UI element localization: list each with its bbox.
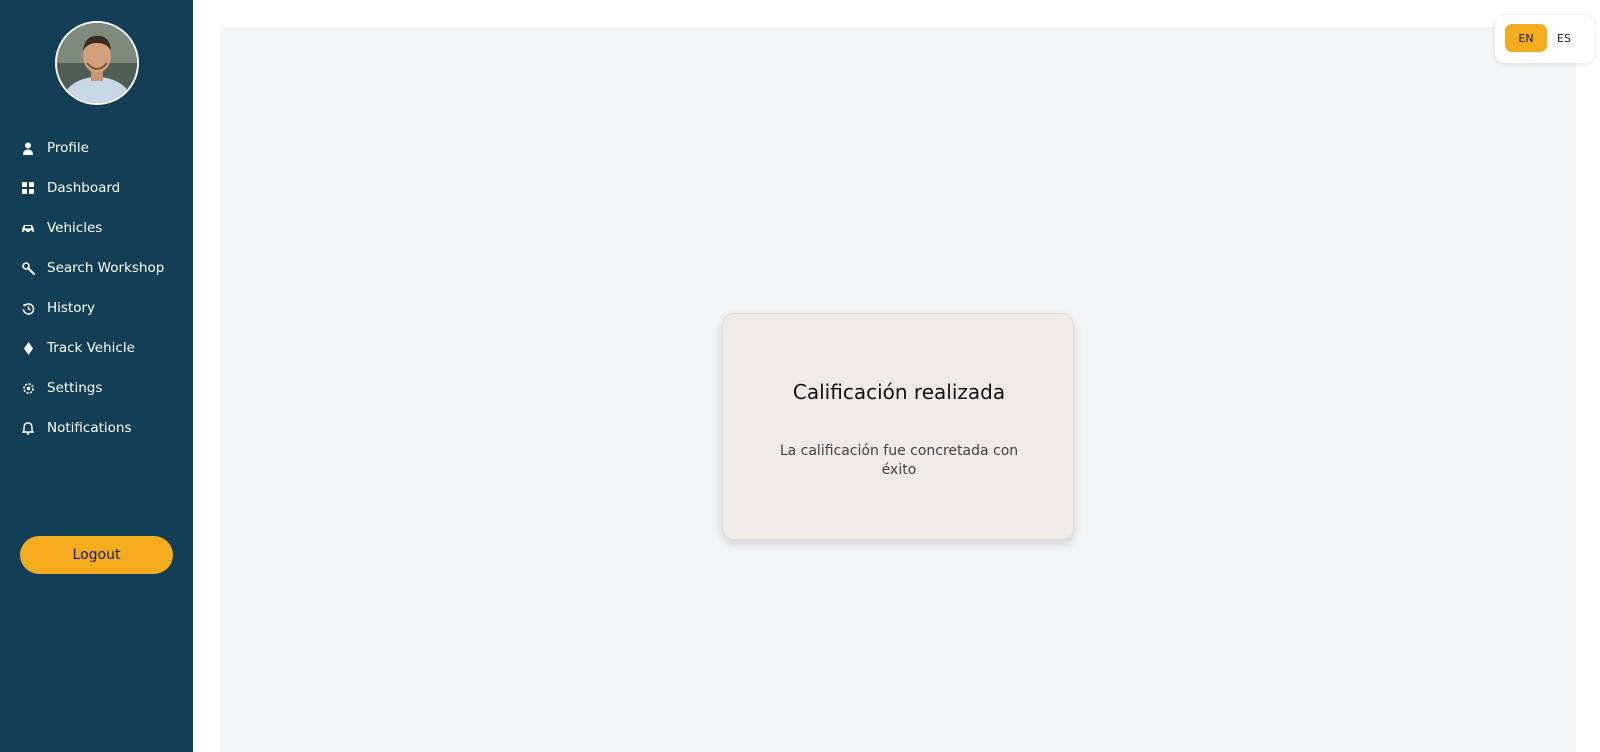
grid-icon [21, 181, 35, 195]
sidebar-item-profile[interactable]: Profile [0, 131, 193, 165]
sidebar-item-label: Dashboard [47, 180, 121, 196]
language-es-button[interactable]: ES [1543, 24, 1585, 52]
sidebar-item-vehicles[interactable]: Vehicles [0, 211, 193, 245]
wrench-icon [21, 261, 35, 275]
history-icon [21, 301, 35, 315]
user-icon [21, 141, 35, 155]
gear-icon [21, 381, 35, 395]
logout-button[interactable]: Logout [20, 536, 173, 574]
car-icon [21, 221, 35, 235]
card-message: La calificación fue concretada con éxito [779, 443, 1019, 478]
success-card: Calificación realizada La calificación f… [722, 313, 1074, 540]
language-en-button[interactable]: EN [1505, 24, 1547, 52]
sidebar-item-dashboard[interactable]: Dashboard [0, 171, 193, 205]
sidebar-item-search-workshop[interactable]: Search Workshop [0, 251, 193, 285]
location-icon [21, 341, 35, 355]
avatar[interactable] [55, 21, 139, 105]
language-switch: EN ES [1495, 15, 1594, 63]
sidebar-item-label: Profile [47, 140, 89, 156]
app-root: Profile Dashboard Vehicles Search Worksh… [0, 0, 1600, 752]
sidebar-item-track-vehicle[interactable]: Track Vehicle [0, 331, 193, 365]
sidebar-item-label: Settings [47, 380, 103, 396]
sidebar: Profile Dashboard Vehicles Search Worksh… [0, 0, 193, 752]
sidebar-item-label: History [47, 300, 96, 316]
sidebar-item-settings[interactable]: Settings [0, 371, 193, 405]
bell-icon [21, 421, 35, 435]
sidebar-item-history[interactable]: History [0, 291, 193, 325]
sidebar-item-label: Notifications [47, 420, 132, 436]
card-title: Calificación realizada [792, 380, 1006, 404]
sidebar-item-label: Vehicles [47, 220, 103, 236]
sidebar-item-label: Track Vehicle [47, 340, 135, 356]
sidebar-item-label: Search Workshop [47, 260, 165, 276]
avatar-image [57, 23, 137, 103]
sidebar-item-notifications[interactable]: Notifications [0, 411, 193, 445]
